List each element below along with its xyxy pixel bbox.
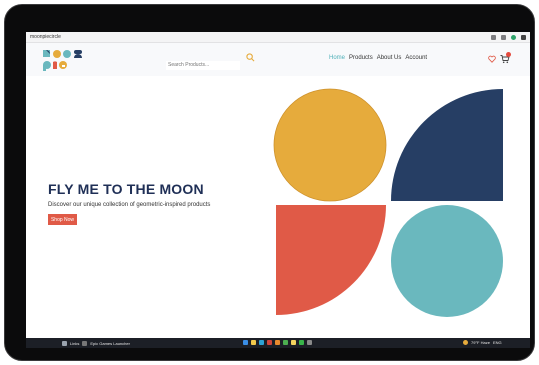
teal-circle-shape (391, 205, 503, 317)
nav-products[interactable]: Products (349, 55, 373, 61)
search-bar (166, 53, 256, 70)
main-nav: Home Products About Us Account (329, 55, 427, 61)
app-icon[interactable] (267, 340, 272, 345)
cart-count-badge (506, 52, 511, 57)
system-tray: 79°F Haze ENG (463, 340, 502, 345)
nav-account[interactable]: Account (405, 55, 427, 61)
taskbar-launcher-label[interactable]: Epic Games Launcher (90, 341, 130, 346)
browser-toolbar: moonpiecircle (26, 32, 530, 43)
hero-title: FLY ME TO THE MOON (48, 181, 204, 197)
search-input[interactable] (166, 60, 240, 70)
windows-icon[interactable] (243, 340, 248, 345)
search-icon[interactable] (246, 53, 255, 62)
app-icon[interactable] (275, 340, 280, 345)
nav-home[interactable]: Home (329, 55, 345, 61)
weather-label[interactable]: 79°F Haze (471, 340, 490, 345)
site-header: Home Products About Us Account (26, 43, 530, 76)
navy-quarter-shape (391, 89, 503, 201)
coral-quarter-shape (276, 205, 386, 315)
os-taskbar: Links Epic Games Launcher 79°F Haze ENG (26, 338, 530, 348)
taskbar-left: Links Epic Games Launcher (26, 340, 130, 346)
logo[interactable] (43, 48, 88, 73)
app-icon[interactable] (283, 340, 288, 345)
extension-icon[interactable] (511, 34, 516, 40)
epic-games-icon[interactable] (82, 340, 88, 346)
address-bar[interactable]: moonpiecircle (30, 34, 491, 40)
app-icon[interactable] (299, 340, 304, 345)
weather-icon[interactable] (463, 340, 468, 345)
taskbar-apps (243, 340, 312, 345)
menu-icon[interactable] (62, 340, 67, 346)
profile-icon[interactable] (521, 34, 526, 40)
laptop-bezel: moonpiecircle Search Products... Home Pr… (4, 4, 535, 361)
heart-icon[interactable] (488, 55, 496, 63)
tray-status[interactable]: ENG (493, 340, 502, 345)
file-explorer-icon[interactable] (251, 340, 256, 345)
app-icon[interactable] (307, 340, 312, 345)
star-icon[interactable] (501, 34, 506, 40)
edge-icon[interactable] (259, 340, 264, 345)
shop-now-button[interactable]: Shop Now (48, 214, 77, 225)
screen: moonpiecircle Search Products... Home Pr… (26, 32, 530, 348)
browser-actions (491, 34, 526, 40)
chrome-icon[interactable] (291, 340, 296, 345)
nav-about-us[interactable]: About Us (377, 55, 402, 61)
taskbar-links-label[interactable]: Links (70, 341, 79, 346)
hero-illustration (273, 88, 503, 317)
share-icon[interactable] (491, 34, 496, 40)
mustard-circle-shape (273, 88, 387, 202)
hero-subtitle: Discover our unique collection of geomet… (48, 202, 211, 208)
